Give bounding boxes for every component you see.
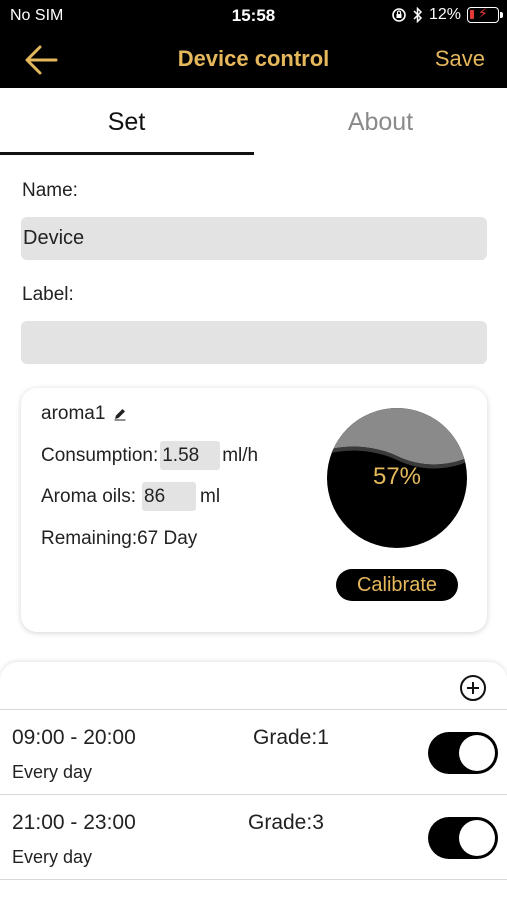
schedule-grade: Grade:1: [253, 726, 329, 749]
remaining-text: Remaining:67 Day: [41, 528, 198, 549]
oil-level-gauge: 57%: [327, 408, 467, 548]
schedule-grade: Grade:3: [248, 811, 324, 834]
oils-label: Aroma oils:: [41, 485, 137, 507]
orientation-lock-icon: [392, 8, 406, 22]
label-label: Label:: [22, 284, 74, 305]
schedule-row[interactable]: 09:00 - 20:00 Every day Grade:1: [0, 710, 507, 794]
oils-row: Aroma oils: 86 ml: [41, 482, 220, 511]
schedule-repeat: Every day: [12, 847, 93, 867]
nav-bar: Device control Save: [0, 32, 507, 88]
page-title: Device control: [177, 46, 330, 71]
consumption-row: Consumption: 1.58 ml/h: [41, 441, 258, 470]
tab-set[interactable]: Set: [0, 88, 253, 156]
schedule-toggle[interactable]: [428, 732, 498, 774]
status-bar: No SIM 15:58 12% ⚡: [0, 0, 507, 32]
tab-about[interactable]: About: [254, 88, 507, 156]
oil-level-percent: 57%: [372, 463, 422, 490]
consumption-unit: ml/h: [222, 444, 259, 466]
aroma-card: aroma1 Consumption: 1.58 ml/h Aroma oils…: [21, 388, 487, 632]
edit-pencil-icon[interactable]: [113, 407, 127, 421]
schedule-time-range: 09:00 - 20:00: [12, 726, 136, 749]
bluetooth-icon: [413, 7, 423, 23]
consumption-value[interactable]: 1.58: [160, 441, 221, 470]
aroma-name-row[interactable]: aroma1: [41, 403, 127, 425]
oils-value[interactable]: 86: [142, 482, 197, 511]
battery-icon: ⚡: [467, 5, 503, 23]
schedule-toggle[interactable]: [428, 817, 498, 859]
schedule-time-range: 21:00 - 23:00: [12, 811, 136, 834]
schedule-row[interactable]: 21:00 - 23:00 Every day Grade:3: [0, 795, 507, 879]
active-tab-indicator: [0, 152, 254, 155]
label-input[interactable]: [21, 321, 487, 364]
calibrate-button[interactable]: Calibrate: [336, 569, 458, 601]
name-label: Name:: [22, 180, 78, 201]
add-circle-icon[interactable]: [459, 674, 487, 702]
divider: [0, 879, 507, 880]
tab-bar: Set About: [0, 88, 507, 156]
name-input[interactable]: [21, 217, 487, 260]
schedule-repeat: Every day: [12, 762, 93, 782]
status-icons: 12% ⚡: [391, 5, 503, 24]
battery-percent: 12%: [428, 6, 461, 23]
consumption-label: Consumption:: [41, 444, 159, 466]
aroma-name: aroma1: [41, 403, 106, 424]
save-button[interactable]: Save: [435, 46, 485, 72]
oils-unit: ml: [200, 485, 221, 507]
schedule-panel: 09:00 - 20:00 Every day Grade:1 21:00 - …: [0, 662, 507, 900]
